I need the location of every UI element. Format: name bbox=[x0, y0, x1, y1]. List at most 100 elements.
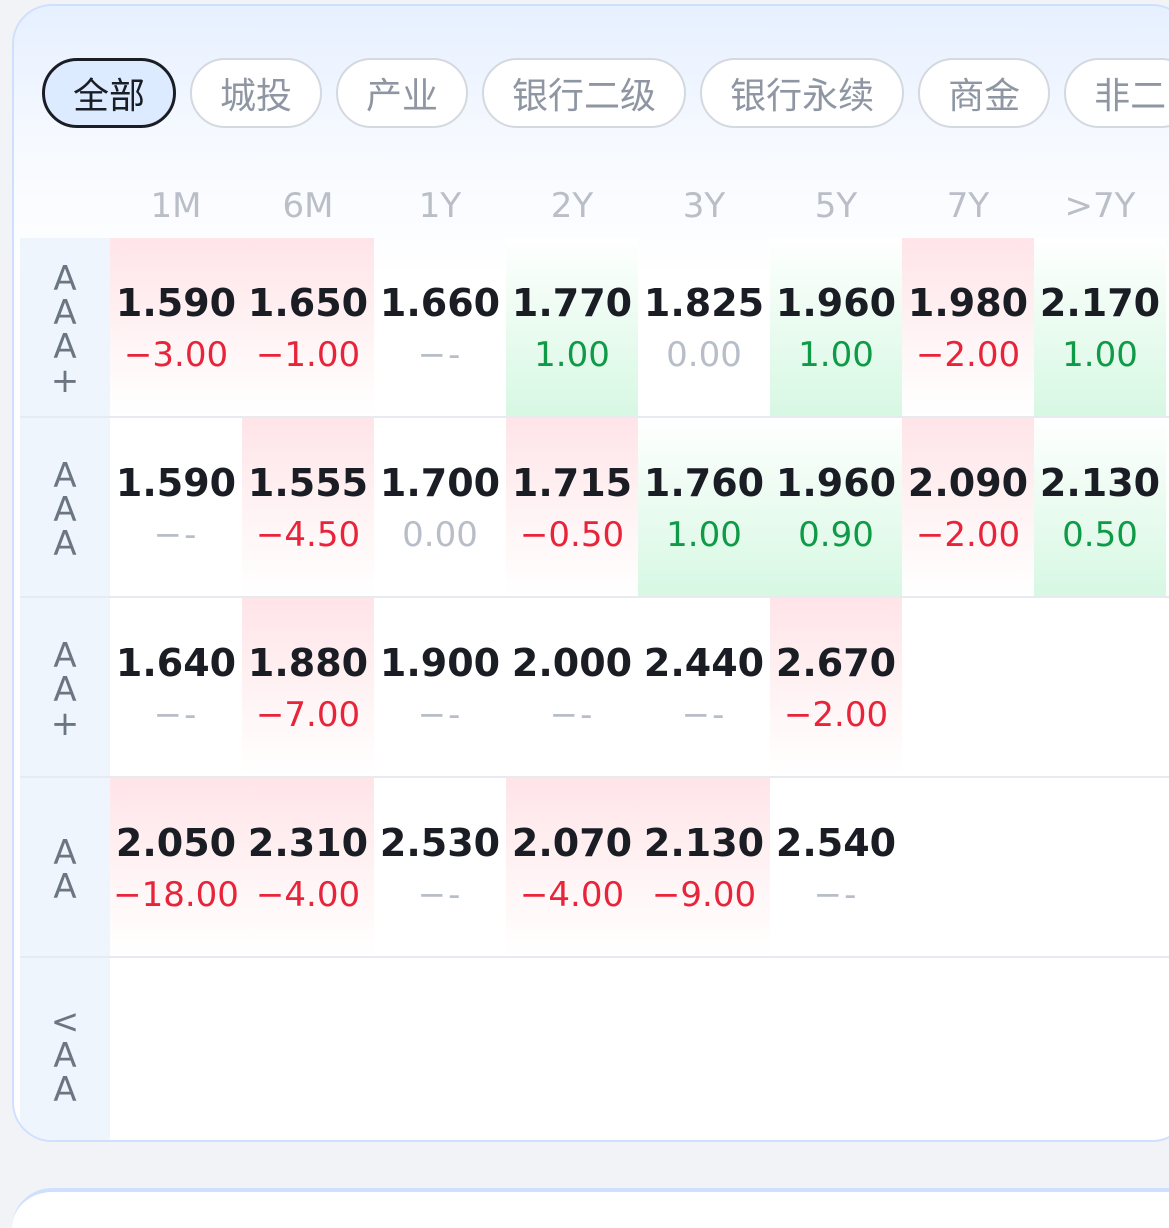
yield-cell[interactable]: 1.960 0.90 bbox=[770, 418, 902, 596]
yield-change: −9.00 bbox=[651, 875, 757, 915]
yield-value: 1.640 bbox=[115, 641, 237, 685]
yield-cell bbox=[1034, 958, 1166, 1140]
tab-bank-tier2[interactable]: 银行二级 bbox=[482, 58, 687, 128]
rating-row: AAA 1.590 −- 1.555 −4.50 1.700 0.00 1.715 −0.50 1… bbox=[20, 418, 1169, 598]
yield-cell[interactable]: 1.900 −- bbox=[374, 598, 506, 776]
yield-value: 1.825 bbox=[643, 281, 765, 325]
yield-value: 1.770 bbox=[511, 281, 633, 325]
yield-cell[interactable]: 2.070 −4.00 bbox=[506, 778, 638, 956]
tenor-header-cell: 1Y bbox=[418, 186, 462, 226]
rating-row: <AA bbox=[20, 958, 1169, 1140]
yield-cell[interactable]: 2.440 −- bbox=[638, 598, 770, 776]
yield-value: 1.960 bbox=[775, 281, 897, 325]
rating-label-cell: AA bbox=[20, 778, 110, 956]
yield-cell[interactable]: 1.590 −3.00 bbox=[110, 238, 242, 416]
yield-change: −7.00 bbox=[255, 695, 361, 735]
tab-industry[interactable]: 产业 bbox=[336, 58, 469, 128]
yield-change: −- bbox=[549, 695, 595, 735]
tenor-header-cell: 1M bbox=[150, 186, 202, 226]
tenor-header-cell: 2Y bbox=[550, 186, 594, 226]
yield-change: 1.00 bbox=[666, 515, 742, 555]
yield-change: 0.00 bbox=[402, 515, 478, 555]
yield-value: 1.590 bbox=[115, 461, 237, 505]
yield-value: 1.700 bbox=[379, 461, 501, 505]
rating-label: AA bbox=[45, 833, 85, 901]
tab-all[interactable]: 全部 bbox=[42, 58, 177, 128]
yield-cell[interactable]: 1.640 −- bbox=[110, 598, 242, 776]
yield-cell[interactable]: 2.540 −- bbox=[770, 778, 902, 956]
yield-value: 1.960 bbox=[775, 461, 897, 505]
yield-value: 1.980 bbox=[907, 281, 1029, 325]
yield-value: 1.660 bbox=[379, 281, 501, 325]
yield-cell[interactable]: 1.960 1.00 bbox=[770, 238, 902, 416]
yield-change: −3.00 bbox=[123, 335, 229, 375]
yield-change: −2.00 bbox=[915, 335, 1021, 375]
yield-cell[interactable]: 2.310 −4.00 bbox=[242, 778, 374, 956]
yield-change: −- bbox=[813, 875, 859, 915]
rating-row: AA 2.050 −18.00 2.310 −4.00 2.530 −- 2.070 −4.00… bbox=[20, 778, 1169, 958]
yield-cell bbox=[506, 958, 638, 1140]
yield-value: 2.530 bbox=[379, 821, 501, 865]
yield-cell[interactable]: 1.770 1.00 bbox=[506, 238, 638, 416]
yield-cell[interactable]: 2.130 −9.00 bbox=[638, 778, 770, 956]
yield-value: 1.760 bbox=[643, 461, 765, 505]
yield-value: 2.000 bbox=[511, 641, 633, 685]
yield-cell[interactable]: 2.000 −- bbox=[506, 598, 638, 776]
rating-label: AAA+ bbox=[45, 259, 85, 395]
tab-bank-perpetual[interactable]: 银行永续 bbox=[700, 58, 905, 128]
yield-cell[interactable]: 1.980 −2.00 bbox=[902, 238, 1034, 416]
yield-value: 2.130 bbox=[643, 821, 765, 865]
yield-change: 0.90 bbox=[798, 515, 874, 555]
yield-value: 2.050 bbox=[115, 821, 237, 865]
yield-cell[interactable]: 1.880 −7.00 bbox=[242, 598, 374, 776]
yield-value: 2.170 bbox=[1039, 281, 1161, 325]
yield-cell[interactable]: 2.170 1.00 bbox=[1034, 238, 1166, 416]
yield-cell[interactable]: 1.555 −4.50 bbox=[242, 418, 374, 596]
yield-value: 1.555 bbox=[247, 461, 369, 505]
yield-cell[interactable]: 1.760 1.00 bbox=[638, 418, 770, 596]
tenor-header-cell: 5Y bbox=[814, 186, 858, 226]
next-card-edge bbox=[12, 1188, 1169, 1228]
yield-value: 1.650 bbox=[247, 281, 369, 325]
yield-change: −18.00 bbox=[113, 875, 239, 915]
yield-cell[interactable]: 1.700 0.00 bbox=[374, 418, 506, 596]
tab-commercial-finance[interactable]: 商金 bbox=[918, 58, 1051, 128]
yield-cell[interactable]: 2.130 0.50 bbox=[1034, 418, 1166, 596]
rating-label: <AA bbox=[45, 1002, 85, 1104]
yield-value: 2.670 bbox=[775, 641, 897, 685]
yield-cell[interactable]: 2.670 −2.00 bbox=[770, 598, 902, 776]
yield-value: 2.540 bbox=[775, 821, 897, 865]
yield-cell bbox=[902, 778, 1034, 956]
rating-label-cell: <AA bbox=[20, 958, 110, 1140]
yield-change: 1.00 bbox=[1062, 335, 1138, 375]
yield-cell bbox=[1034, 778, 1166, 956]
yield-value: 1.880 bbox=[247, 641, 369, 685]
yield-change: −1.00 bbox=[255, 335, 361, 375]
yield-change: −2.00 bbox=[783, 695, 889, 735]
yield-value: 2.070 bbox=[511, 821, 633, 865]
yield-change: −- bbox=[417, 335, 463, 375]
yield-cell bbox=[374, 958, 506, 1140]
yield-cell[interactable]: 1.715 −0.50 bbox=[506, 418, 638, 596]
rating-label-cell: AAA bbox=[20, 418, 110, 596]
yield-cell[interactable]: 2.530 −- bbox=[374, 778, 506, 956]
yield-cell bbox=[902, 598, 1034, 776]
yield-cell bbox=[242, 958, 374, 1140]
rating-row: AAA+ 1.590 −3.00 1.650 −1.00 1.660 −- 1.770 1.00… bbox=[20, 238, 1169, 418]
tenor-header-cell: >7Y bbox=[1064, 186, 1136, 226]
yield-cell[interactable]: 2.050 −18.00 bbox=[110, 778, 242, 956]
yield-change: −- bbox=[417, 695, 463, 735]
yield-value: 2.310 bbox=[247, 821, 369, 865]
yield-cell[interactable]: 1.825 0.00 bbox=[638, 238, 770, 416]
rating-label-cell: AA+ bbox=[20, 598, 110, 776]
yield-cell[interactable]: 1.590 −- bbox=[110, 418, 242, 596]
yield-cell[interactable]: 1.650 −1.00 bbox=[242, 238, 374, 416]
tenor-header-cell: 7Y bbox=[946, 186, 990, 226]
tab-chengtou[interactable]: 城投 bbox=[190, 58, 323, 128]
tab-non-tier2[interactable]: 非二 bbox=[1064, 58, 1169, 128]
yield-matrix-card: 全部 城投 产业 银行二级 银行永续 商金 非二 1M 6M 1Y 2Y 3Y … bbox=[12, 4, 1169, 1142]
yield-cell[interactable]: 2.090 −2.00 bbox=[902, 418, 1034, 596]
yield-cell[interactable]: 1.660 −- bbox=[374, 238, 506, 416]
yield-value: 2.130 bbox=[1039, 461, 1161, 505]
yield-cell bbox=[110, 958, 242, 1140]
